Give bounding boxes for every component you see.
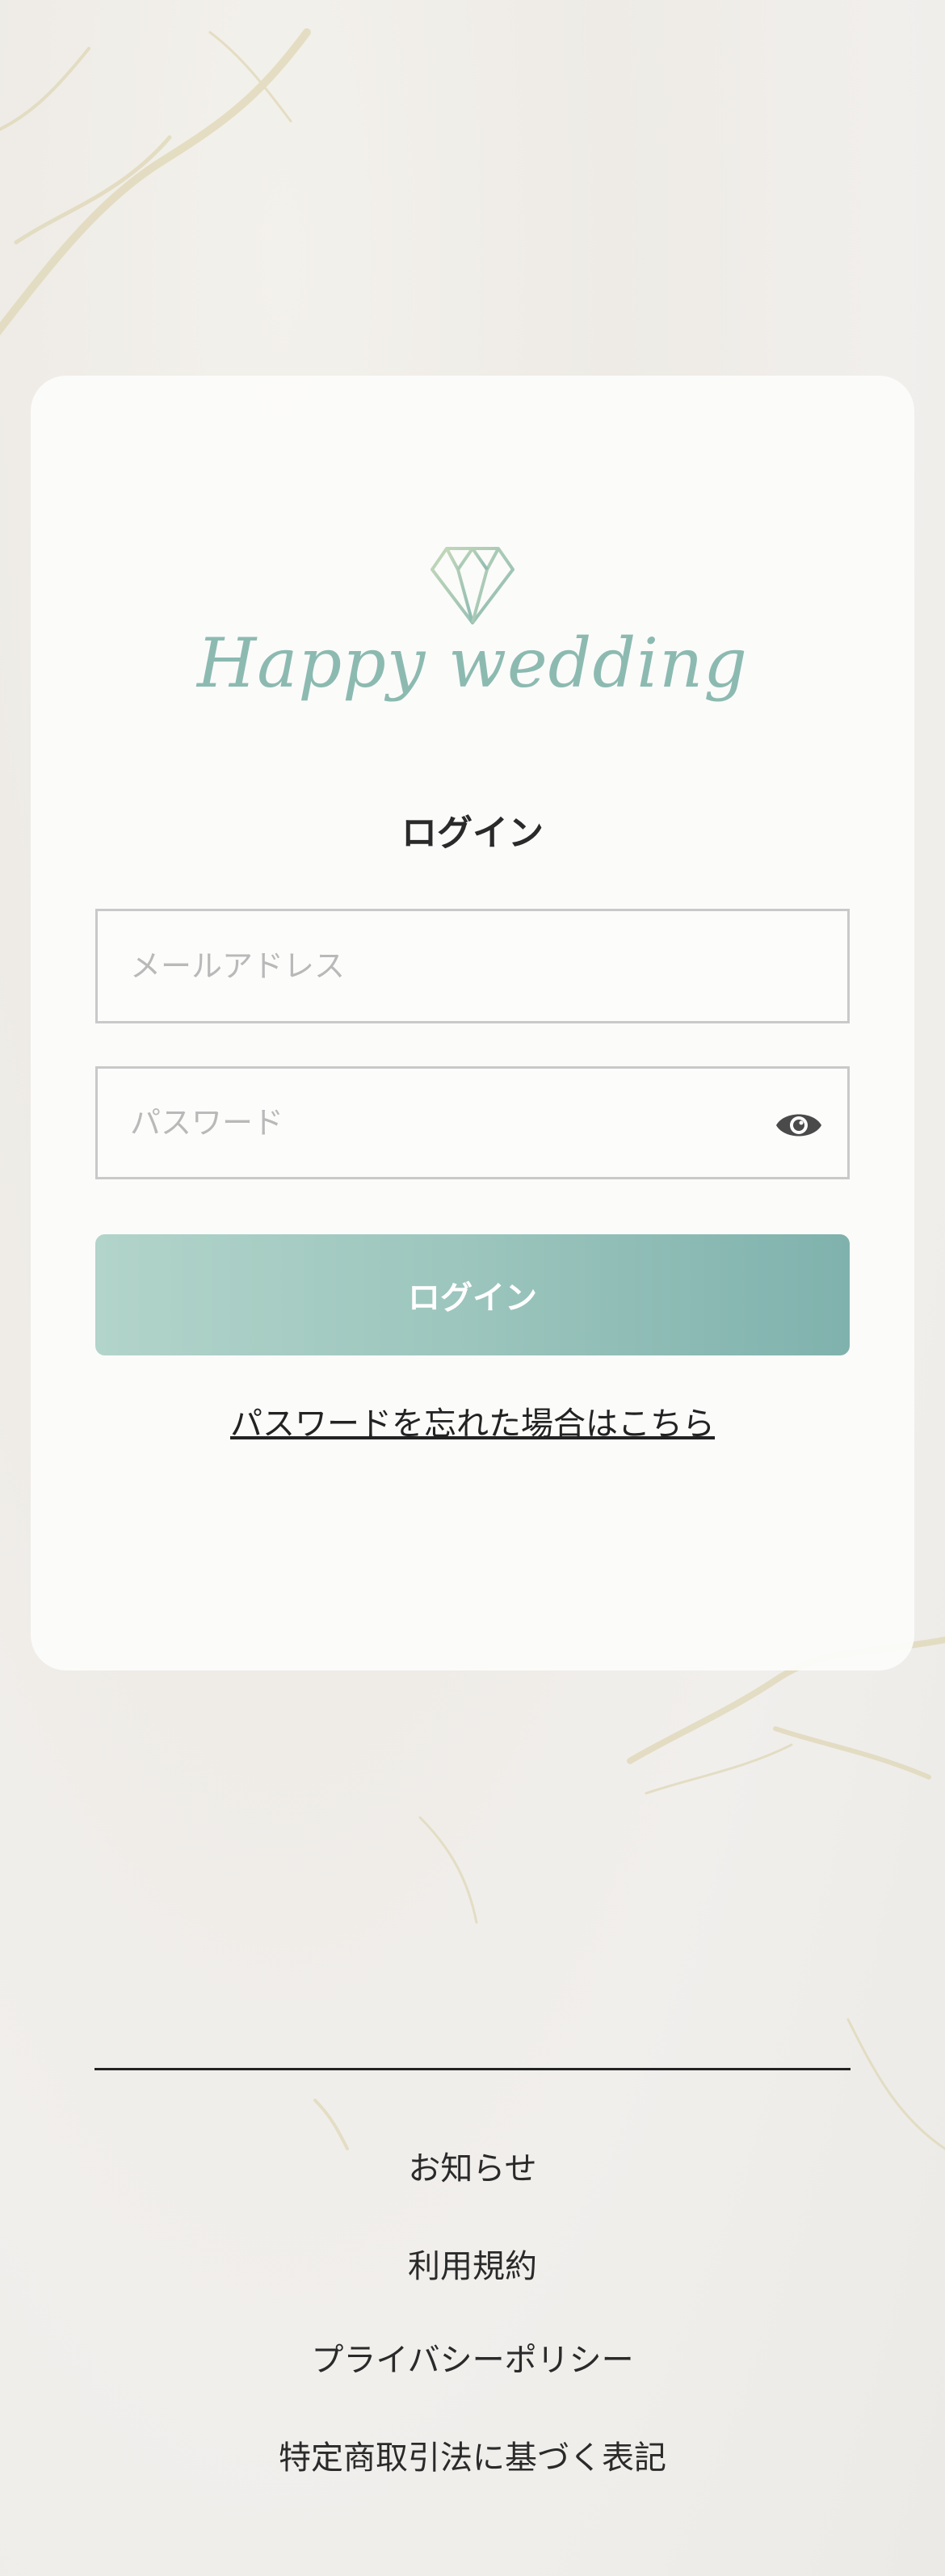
brand-logo: Happy wedding bbox=[31, 545, 914, 697]
footer-link-terms[interactable]: 利用規約 bbox=[0, 2240, 945, 2287]
footer-divider bbox=[94, 2068, 850, 2070]
footer-link-privacy[interactable]: プライバシーポリシー bbox=[0, 2334, 945, 2381]
footer-link-commerce-law[interactable]: 特定商取引法に基づく表記 bbox=[0, 2431, 945, 2478]
email-field[interactable] bbox=[95, 909, 850, 1023]
eye-icon[interactable] bbox=[775, 1104, 823, 1146]
brand-wordmark: Happy wedding bbox=[197, 624, 748, 703]
password-field[interactable] bbox=[95, 1066, 850, 1179]
page-title: ログイン bbox=[401, 813, 544, 854]
footer-link-news[interactable]: お知らせ bbox=[0, 2142, 945, 2189]
email-input[interactable] bbox=[98, 911, 847, 1021]
forgot-password-link[interactable]: パスワードを忘れた場合はこちら bbox=[31, 1397, 914, 1444]
login-card: Happy wedding ログイン ログイン パスワードを忘れた場合はこちら bbox=[31, 376, 914, 1670]
login-button[interactable]: ログイン bbox=[95, 1234, 850, 1355]
diamond-icon bbox=[430, 547, 514, 624]
password-input[interactable] bbox=[98, 1069, 847, 1177]
